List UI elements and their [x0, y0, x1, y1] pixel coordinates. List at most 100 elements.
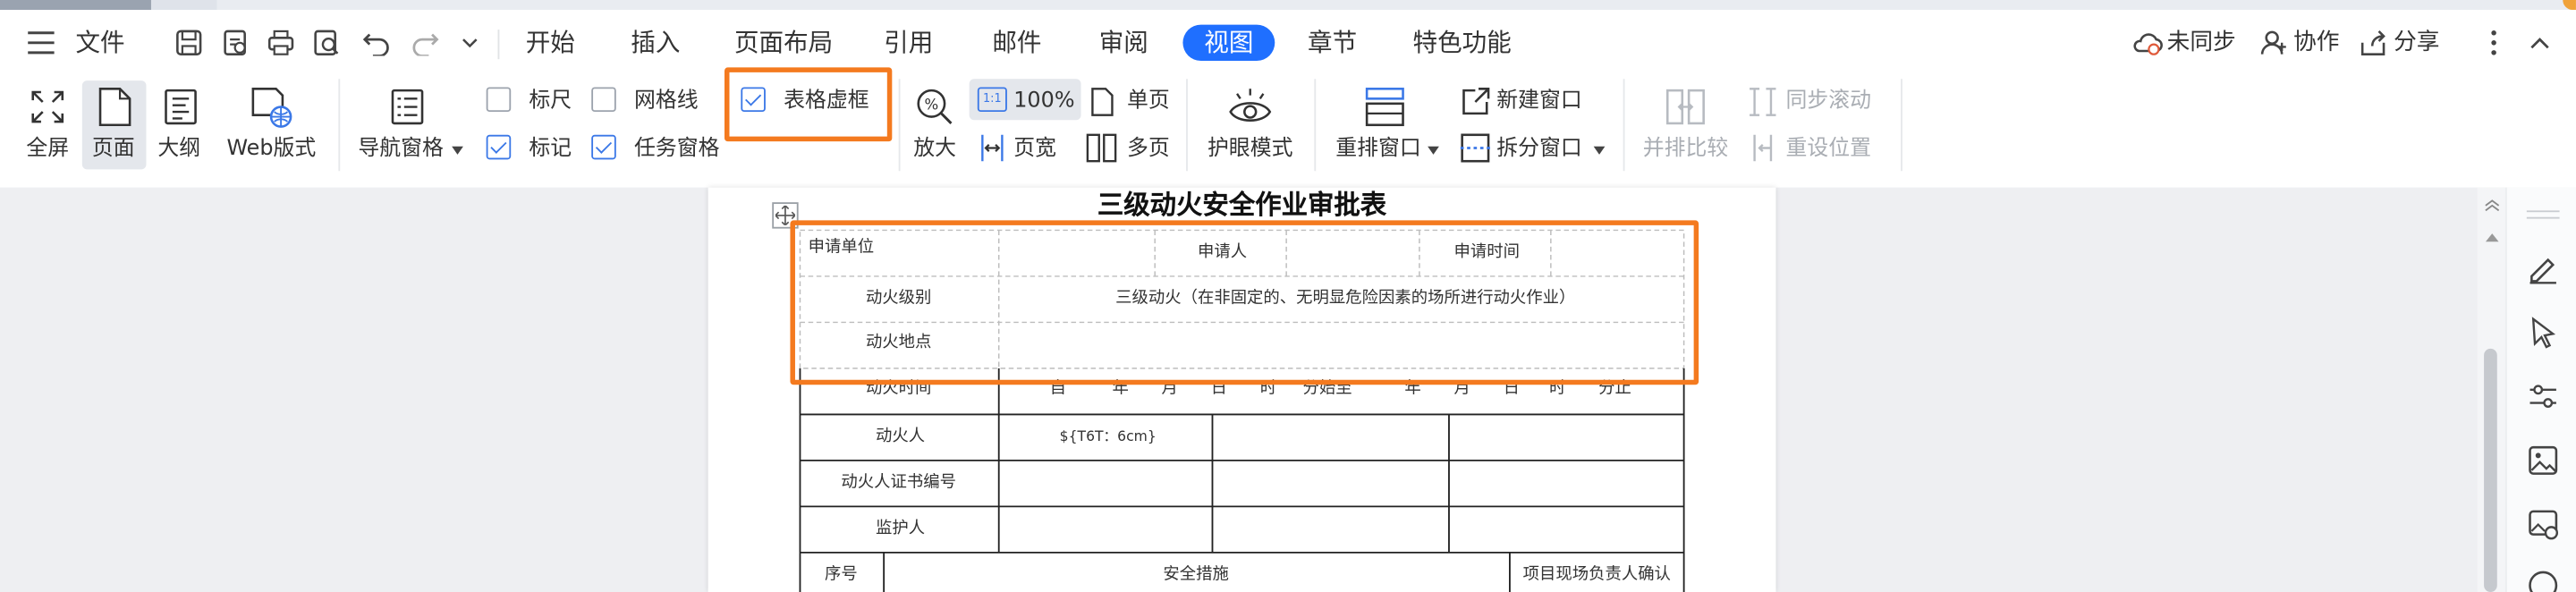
collaborate-icon[interactable]	[2258, 26, 2291, 59]
zoom-100-label[interactable]: 100%	[1013, 89, 1074, 114]
hamburger-menu-icon[interactable]	[23, 26, 59, 59]
print-preview-icon[interactable]	[309, 26, 344, 59]
more-options-icon[interactable]	[2480, 26, 2506, 59]
tab-insert[interactable]: 插入	[631, 23, 680, 63]
share-icon[interactable]	[2358, 26, 2391, 59]
adjust-sliders-icon[interactable]	[2525, 378, 2561, 414]
web-layout-icon[interactable]	[247, 84, 296, 130]
sync-status[interactable]: 未同步	[2167, 23, 2236, 63]
tab-section[interactable]: 章节	[1308, 23, 1357, 63]
quick-access-dropdown-icon[interactable]	[457, 30, 483, 55]
outline-view-icon[interactable]	[159, 86, 202, 129]
image-tool-icon[interactable]	[2525, 443, 2561, 478]
active-doc-tab-indicator[interactable]	[0, 0, 151, 11]
cell-confirm-header[interactable]: 项目现场负责人确认	[1523, 566, 1671, 586]
zoom-icon[interactable]: %	[913, 86, 956, 129]
scroll-up-icon[interactable]	[2482, 230, 2500, 243]
svg-text:%: %	[925, 96, 939, 113]
navigation-pane-dropdown-icon[interactable]	[448, 141, 464, 157]
page-view-icon[interactable]	[94, 86, 137, 129]
new-window-label[interactable]: 新建窗口	[1496, 89, 1582, 114]
table-frame-checkbox[interactable]	[741, 87, 766, 113]
menu-bar: 文件 开始 插入 页面布局 引用 邮件 审阅 视图 章节 特色功能 未同步 协作…	[0, 10, 2576, 76]
tab-references[interactable]: 引用	[884, 23, 933, 63]
split-window-dropdown-icon[interactable]	[1590, 141, 1606, 157]
cursor-select-icon[interactable]	[2525, 314, 2561, 350]
fullscreen-label[interactable]: 全屏	[26, 137, 69, 163]
vertical-scrollbar[interactable]	[2477, 187, 2505, 592]
cell-guardian-label[interactable]: 监护人	[876, 520, 925, 539]
divider	[497, 30, 500, 60]
tab-view[interactable]: 视图	[1182, 24, 1275, 62]
doc-tab-indicator[interactable]	[150, 0, 217, 11]
cell-safety-measures-header[interactable]: 安全措施	[1163, 566, 1228, 586]
ruler-label[interactable]: 标尺	[529, 89, 572, 114]
ribbon-divider	[1314, 79, 1317, 172]
redo-icon[interactable]	[408, 26, 444, 59]
side-by-side-label[interactable]: 并排比较	[1643, 137, 1729, 163]
fullscreen-icon[interactable]	[26, 86, 69, 129]
task-pane-checkbox[interactable]	[591, 134, 616, 160]
tab-home[interactable]: 开始	[526, 23, 575, 63]
cell-fire-person-value[interactable]: ${T6T：6cm}	[1060, 427, 1157, 447]
split-window-label[interactable]: 拆分窗口	[1496, 137, 1582, 163]
page-view-label[interactable]: 页面	[92, 137, 135, 163]
sync-scroll-icon[interactable]	[1745, 84, 1781, 120]
ruler-checkbox[interactable]	[486, 87, 512, 113]
rearrange-windows-icon[interactable]	[1362, 84, 1408, 130]
table-frame-label[interactable]: 表格虚框	[784, 89, 869, 114]
sync-scroll-label[interactable]: 同步滚动	[1785, 89, 1871, 114]
undo-icon[interactable]	[358, 26, 394, 59]
file-menu[interactable]: 文件	[75, 23, 124, 63]
reset-position-icon[interactable]	[1745, 130, 1781, 165]
split-window-icon[interactable]	[1457, 130, 1493, 165]
avatar[interactable]	[2563, 0, 2576, 11]
document-page[interactable]: 三级动火安全作业审批表 申请单位 申请人 申请时间 动火级别 三级动火（在非固定…	[708, 187, 1776, 592]
gridlines-checkbox[interactable]	[591, 87, 616, 113]
web-layout-label[interactable]: Web版式	[226, 137, 316, 163]
new-window-icon[interactable]	[1457, 84, 1493, 120]
export-pdf-icon[interactable]	[216, 26, 252, 59]
reset-position-label[interactable]: 重设位置	[1785, 137, 1871, 163]
rearrange-windows-label[interactable]: 重排窗口	[1335, 137, 1421, 163]
page-width-icon[interactable]	[976, 131, 1009, 165]
gridlines-label[interactable]: 网格线	[634, 89, 699, 114]
tab-strip	[0, 0, 2576, 11]
share-button[interactable]: 分享	[2394, 23, 2439, 63]
tab-page-layout[interactable]: 页面布局	[734, 23, 833, 63]
zoom-label[interactable]: 放大	[913, 137, 956, 163]
page-width-label[interactable]: 页宽	[1013, 137, 1056, 163]
marks-checkbox[interactable]	[486, 134, 512, 160]
outline-view-label[interactable]: 大纲	[157, 137, 200, 163]
single-page-label[interactable]: 单页	[1127, 89, 1170, 114]
tab-special-features[interactable]: 特色功能	[1413, 23, 1512, 63]
tab-mail[interactable]: 邮件	[992, 23, 1041, 63]
eye-protection-icon[interactable]	[1225, 84, 1275, 130]
single-page-icon[interactable]	[1088, 86, 1117, 119]
cell-serial-no-header[interactable]: 序号	[825, 566, 858, 586]
navigation-pane-icon[interactable]	[386, 86, 429, 129]
side-by-side-icon[interactable]	[1663, 84, 1708, 130]
multi-page-label[interactable]: 多页	[1127, 137, 1170, 163]
multi-page-icon[interactable]	[1086, 131, 1119, 165]
cell-certificate-label[interactable]: 动火人证书编号	[841, 474, 956, 494]
save-icon[interactable]	[171, 26, 207, 59]
print-icon[interactable]	[263, 26, 299, 59]
eye-protection-label[interactable]: 护眼模式	[1208, 137, 1293, 163]
navigation-pane-label[interactable]: 导航窗格	[358, 137, 444, 163]
cell-fire-person-label[interactable]: 动火人	[876, 427, 925, 447]
tab-review[interactable]: 审阅	[1099, 23, 1148, 63]
image-settings-icon[interactable]	[2525, 506, 2561, 542]
help-icon[interactable]	[2525, 569, 2561, 592]
pen-edit-icon[interactable]	[2525, 250, 2561, 286]
rearrange-dropdown-icon[interactable]	[1424, 141, 1440, 157]
cloud-sync-icon[interactable]	[2129, 26, 2165, 59]
panel-handle	[2526, 210, 2560, 213]
marks-label[interactable]: 标记	[529, 137, 572, 163]
collaborate-button[interactable]: 协作	[2293, 23, 2339, 63]
table-frame-highlight	[790, 220, 1699, 385]
scroll-page-icon[interactable]	[2482, 198, 2500, 214]
collapse-ribbon-icon[interactable]	[2527, 30, 2553, 55]
task-pane-label[interactable]: 任务窗格	[634, 137, 720, 163]
scrollbar-thumb[interactable]	[2484, 348, 2497, 592]
